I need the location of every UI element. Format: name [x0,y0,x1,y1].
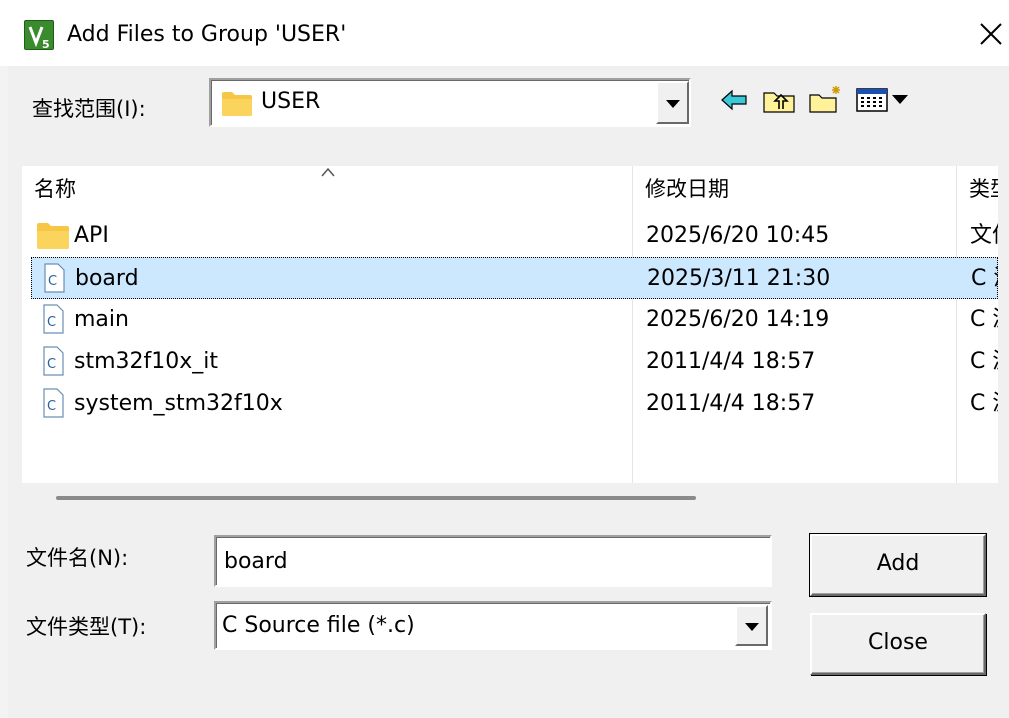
up-folder-icon [763,92,795,113]
view-menu-icon [856,88,908,112]
column-header-date[interactable]: 修改日期 [633,166,956,212]
up-one-level-button[interactable] [762,86,796,114]
file-type-dropdown-button[interactable] [735,605,768,646]
file-type-dropdown[interactable]: C Source file (*.c) [214,601,772,650]
file-row-board[interactable]: C board 2025/3/11 21:30 C 源文件 [31,257,998,299]
file-type-label: 文件类型(T): [26,615,147,639]
look-in-label: 查找范围(I): [32,97,146,121]
file-type: C 源文件 [970,349,998,374]
svg-text:C: C [47,399,56,414]
close-button[interactable]: Close [810,613,986,675]
file-name: system_stm32f10x [74,391,283,416]
svg-text:C: C [47,315,56,330]
sort-ascending-icon [321,167,335,177]
svg-text:C: C [47,357,56,372]
look-in-value: USER [261,89,321,114]
background-window-edge [0,0,8,718]
chevron-down-icon [744,622,759,631]
file-row-stm32f10x-it[interactable]: C stm32f10x_it 2011/4/4 18:57 C 源文件 [22,341,998,383]
folder-icon [222,92,252,116]
look-in-dropdown-button[interactable] [656,81,689,124]
new-folder-icon [809,86,840,113]
folder-icon [37,223,69,249]
close-icon [980,23,1002,45]
file-row-main[interactable]: C main 2025/6/20 14:19 C 源文件 [22,299,998,341]
back-arrow-icon [721,89,747,111]
file-date: 2025/6/20 10:45 [646,223,830,248]
look-in-dropdown[interactable]: USER [209,78,691,127]
file-date: 2011/4/4 18:57 [646,349,816,374]
c-file-icon: C [43,304,64,334]
svg-text:5: 5 [42,38,50,51]
svg-text:C: C [48,274,57,289]
title-bar: 5 Add Files to Group 'USER' [0,0,1009,66]
keil-app-icon: 5 [24,20,54,51]
file-date: 2025/3/11 21:30 [647,266,831,291]
c-file-icon: C [44,263,65,293]
column-header-type[interactable]: 类型 [957,166,998,212]
c-file-icon: C [43,388,64,418]
add-button[interactable]: Add [810,534,986,596]
chevron-down-icon [665,99,680,108]
file-name-input[interactable] [214,535,772,587]
file-list[interactable]: 名称 修改日期 类型 API 2025/6/20 10:45 文件夹 C boa… [22,166,998,483]
view-menu-button[interactable] [855,86,911,114]
file-name: stm32f10x_it [74,349,219,374]
create-new-folder-button[interactable] [808,84,844,114]
file-name: API [74,223,109,248]
horizontal-scrollbar[interactable] [56,496,696,500]
file-type: C 源文件 [971,266,998,291]
close-window-button[interactable] [975,18,1007,50]
file-name: main [74,307,129,332]
file-date: 2011/4/4 18:57 [646,391,816,416]
file-type: C 源文件 [970,307,998,332]
file-type: C 源文件 [970,391,998,416]
file-row-system-stm32f10x[interactable]: C system_stm32f10x 2011/4/4 18:57 C 源文件 [22,383,998,425]
back-button[interactable] [720,88,748,112]
window-title: Add Files to Group 'USER' [67,22,347,47]
file-row-api[interactable]: API 2025/6/20 10:45 文件夹 [22,215,998,257]
file-date: 2025/6/20 14:19 [646,307,830,332]
file-type: 文件夹 [970,223,998,248]
file-type-value: C Source file (*.c) [222,613,415,638]
c-file-icon: C [43,346,64,376]
file-name: board [75,266,139,291]
file-name-label: 文件名(N): [26,546,129,570]
